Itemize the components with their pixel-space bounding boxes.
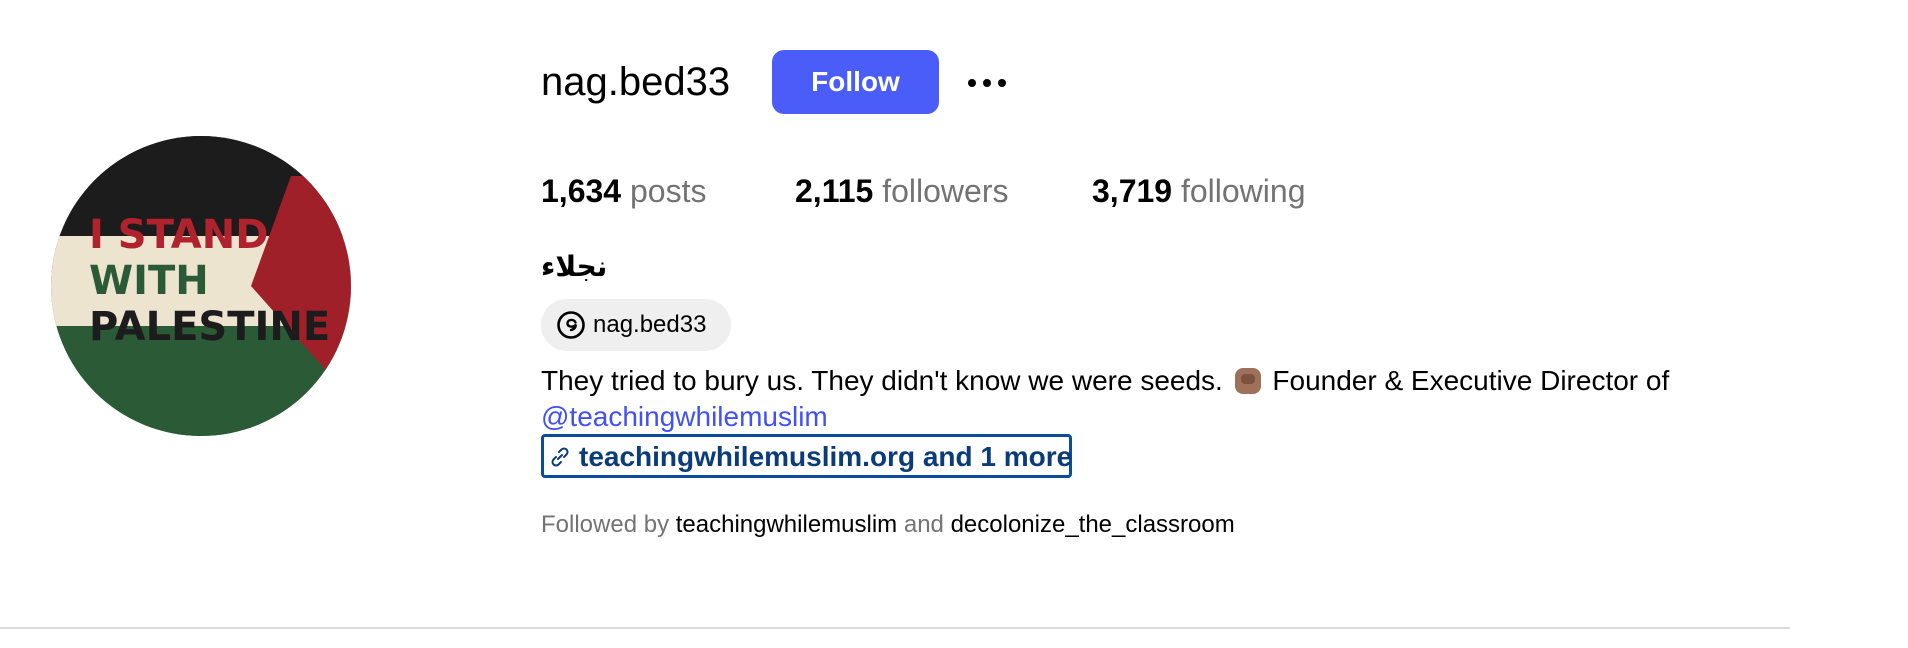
avatar-text-line-3: PALESTINE <box>89 304 330 350</box>
profile-external-link[interactable]: teachingwhilemuslim.org and 1 more <box>541 434 1072 478</box>
bio-text: They tried to bury us. They didn't know … <box>541 365 1223 396</box>
more-dot <box>998 79 1006 87</box>
followers-stat[interactable]: 2,115 followers <box>795 171 1008 211</box>
posts-count: 1,634 <box>541 173 622 209</box>
link-text: teachingwhilemuslim.org and 1 more <box>579 441 1073 472</box>
following-label: following <box>1180 173 1306 209</box>
avatar-image: I STAND WITH PALESTINE <box>51 136 351 436</box>
profile-username: nag.bed33 <box>541 60 731 104</box>
bio-mention-link[interactable]: @teachingwhilemuslim <box>541 399 828 435</box>
threads-profile-link[interactable]: nag.bed33 <box>541 299 731 351</box>
followed-by-account[interactable]: teachingwhilemuslim <box>676 511 897 538</box>
more-options-icon[interactable] <box>960 65 1014 101</box>
posts-label: posts <box>629 173 707 209</box>
profile-avatar[interactable]: I STAND WITH PALESTINE <box>51 136 351 436</box>
avatar-text-line-1: I STAND <box>89 212 268 258</box>
followed-by-joiner: and <box>903 511 944 538</box>
posts-stat: 1,634 posts <box>541 171 706 211</box>
followed-by: Followed by teachingwhilemuslim and deco… <box>541 510 1235 540</box>
section-divider <box>0 627 1790 629</box>
threads-icon <box>557 311 585 339</box>
followed-by-account[interactable]: decolonize_the_classroom <box>951 511 1235 538</box>
more-dot <box>983 79 991 87</box>
profile-bio: They tried to bury us. They didn't know … <box>541 363 1669 399</box>
followers-count: 2,115 <box>795 173 874 209</box>
follow-button[interactable]: Follow <box>772 50 939 114</box>
profile-full-name: نجلاء <box>541 250 608 283</box>
threads-handle: nag.bed33 <box>593 311 707 338</box>
bio-text-after: Founder & Executive Director of <box>1272 365 1670 396</box>
more-dot <box>968 79 976 87</box>
followed-by-prefix: Followed by <box>541 511 670 538</box>
avatar-text-line-2: WITH <box>89 258 209 304</box>
followers-label: followers <box>882 173 1009 209</box>
following-count: 3,719 <box>1092 173 1173 209</box>
raised-fist-emoji <box>1234 368 1261 394</box>
link-icon <box>551 447 569 467</box>
following-stat[interactable]: 3,719 following <box>1092 171 1305 211</box>
